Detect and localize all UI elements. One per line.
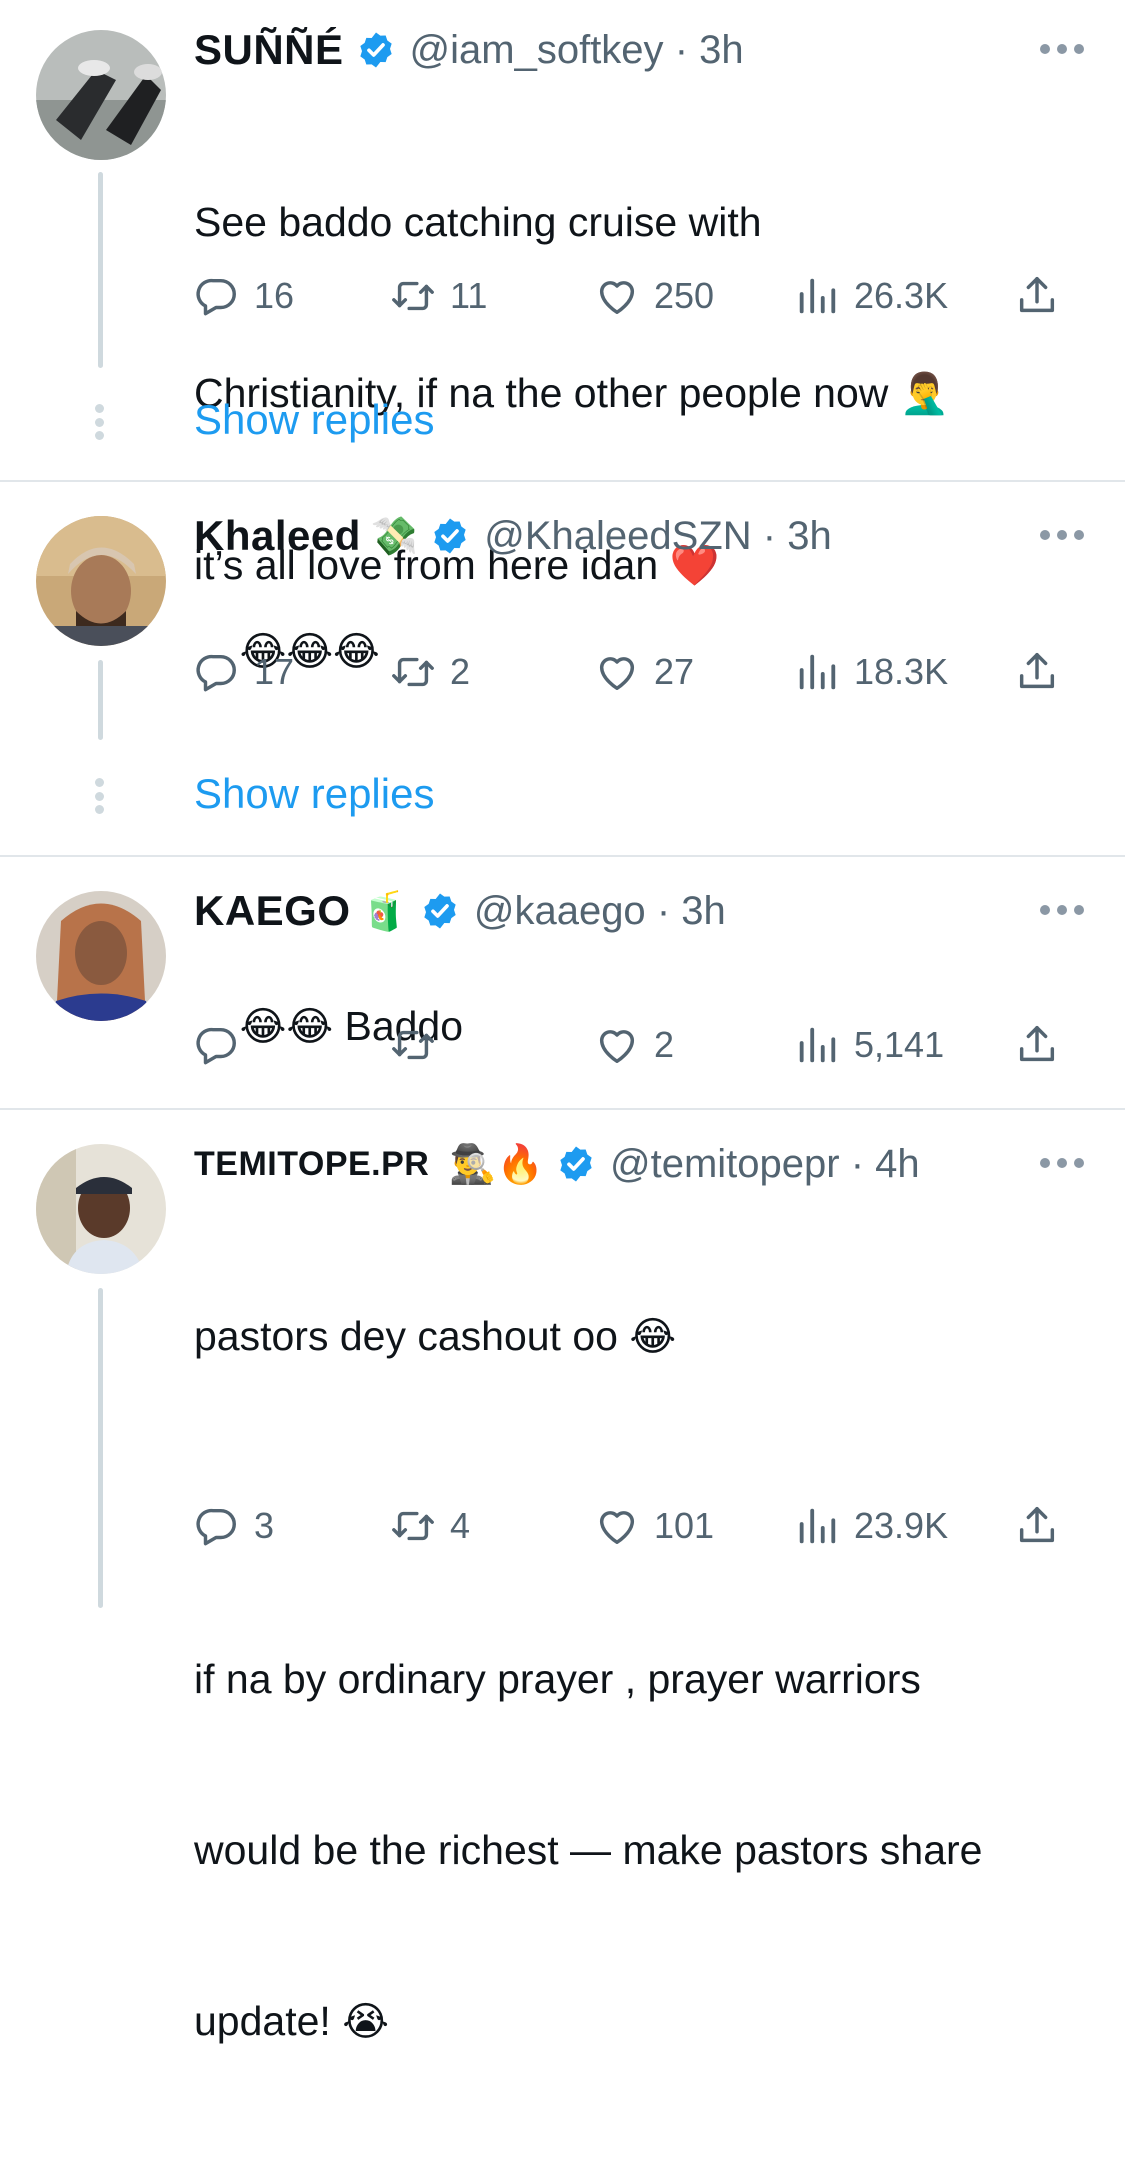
share-icon	[1014, 1503, 1060, 1549]
thread-line	[98, 1288, 103, 1608]
retweet-button[interactable]	[390, 1021, 450, 1069]
show-replies-link[interactable]: Show replies	[194, 396, 434, 444]
like-icon	[594, 1022, 640, 1068]
like-icon	[594, 273, 640, 319]
like-icon	[594, 649, 640, 695]
timestamp: 3h	[699, 27, 744, 72]
more-icon[interactable]	[1040, 42, 1084, 56]
money-wings-emoji: 💸	[370, 514, 419, 558]
more-icon[interactable]	[1040, 903, 1084, 917]
retweet-button[interactable]: 11	[390, 272, 487, 320]
display-name[interactable]: Khaleed	[194, 512, 361, 560]
detective-fire-emoji: 🕵️‍♂️🔥	[449, 1142, 544, 1186]
juice-box-emoji: 🧃	[360, 889, 408, 933]
tweet[interactable]: SUÑÑÉ @iam_softkey · 3h See baddo catchi…	[0, 0, 1125, 589]
verified-badge-icon	[420, 891, 460, 931]
share-icon	[1014, 273, 1060, 319]
timestamp: 3h	[787, 513, 832, 558]
share-icon	[1014, 1022, 1060, 1068]
views-icon	[794, 1503, 840, 1549]
verified-badge-icon	[356, 30, 396, 70]
handle[interactable]: @iam_softkey · 3h	[410, 28, 744, 73]
reply-button[interactable]: 3	[194, 1502, 274, 1550]
facepalm-emoji: 🤦‍♂️	[899, 371, 950, 417]
retweet-icon	[390, 1503, 436, 1549]
crying-emoji: 😭	[342, 1999, 389, 2045]
tweet[interactable]: Khaleed 💸 @KhaleedSZN · 3h 😂😂😂 17 2 27 1…	[0, 482, 1125, 856]
display-name[interactable]: SUÑÑÉ	[194, 26, 344, 74]
share-button[interactable]	[1014, 1502, 1060, 1550]
handle[interactable]: @KhaleedSZN · 3h	[484, 514, 831, 559]
show-replies-link[interactable]: Show replies	[194, 770, 434, 818]
thread-line	[98, 660, 103, 740]
more-icon[interactable]	[1040, 528, 1084, 542]
action-bar: 2 5,141	[194, 1021, 1074, 1069]
avatar[interactable]	[36, 516, 166, 646]
retweet-icon	[390, 273, 436, 319]
views-icon	[794, 1022, 840, 1068]
reply-button[interactable]	[194, 1021, 254, 1069]
reply-icon	[194, 649, 240, 695]
thread-dots	[93, 404, 105, 440]
share-button[interactable]	[1014, 648, 1060, 696]
thread-dots	[93, 778, 105, 814]
views-icon	[794, 649, 840, 695]
reply-icon	[194, 273, 240, 319]
tweet-text: pastors dey cashout oo 😂 if na by ordina…	[194, 1313, 983, 2045]
avatar[interactable]	[36, 1144, 166, 1274]
handle[interactable]: @temitopepr · 4h	[610, 1142, 920, 1187]
avatar[interactable]	[36, 891, 166, 1021]
more-icon[interactable]	[1040, 1156, 1084, 1170]
timestamp: 3h	[681, 888, 726, 933]
views-button[interactable]: 26.3K	[794, 272, 948, 320]
display-name[interactable]: TEMITOPE.PR	[194, 1145, 429, 1184]
reply-button[interactable]: 17	[194, 648, 294, 696]
action-bar: 16 11 250 26.3K	[194, 272, 1074, 320]
reply-icon	[194, 1022, 240, 1068]
like-button[interactable]: 101	[594, 1502, 714, 1550]
tweet-header: Khaleed 💸 @KhaleedSZN · 3h	[194, 510, 832, 562]
tweet-header: TEMITOPE.PR 🕵️‍♂️🔥 @temitopepr · 4h	[194, 1138, 920, 1190]
like-button[interactable]: 250	[594, 272, 714, 320]
tweet-header: KAEGO 🧃 @kaaego · 3h	[194, 885, 726, 937]
share-button[interactable]	[1014, 1021, 1060, 1069]
tweet[interactable]: TEMITOPE.PR 🕵️‍♂️🔥 @temitopepr · 4h past…	[0, 1110, 1125, 2045]
action-bar: 17 2 27 18.3K	[194, 648, 1074, 696]
verified-badge-icon	[430, 516, 470, 556]
views-button[interactable]: 23.9K	[794, 1502, 948, 1550]
share-icon	[1014, 649, 1060, 695]
like-button[interactable]: 27	[594, 648, 694, 696]
views-icon	[794, 273, 840, 319]
like-button[interactable]: 2	[594, 1021, 674, 1069]
thread-line	[98, 172, 103, 368]
retweet-button[interactable]: 4	[390, 1502, 470, 1550]
reply-button[interactable]: 16	[194, 272, 294, 320]
action-bar: 3 4 101 23.9K	[194, 1502, 1074, 1550]
share-button[interactable]	[1014, 272, 1060, 320]
verified-badge-icon	[556, 1144, 596, 1184]
retweet-button[interactable]: 2	[390, 648, 470, 696]
tweet-header: SUÑÑÉ @iam_softkey · 3h	[194, 24, 744, 76]
laughing-emoji: 😂	[629, 1314, 677, 1360]
retweet-icon	[390, 1022, 436, 1068]
views-button[interactable]: 18.3K	[794, 648, 948, 696]
avatar[interactable]	[36, 30, 166, 160]
views-button[interactable]: 5,141	[794, 1021, 944, 1069]
tweet[interactable]: KAEGO 🧃 @kaaego · 3h 😂😂 Baddo 2 5,141	[0, 857, 1125, 1109]
like-icon	[594, 1503, 640, 1549]
timestamp: 4h	[875, 1141, 920, 1186]
reply-icon	[194, 1503, 240, 1549]
display-name[interactable]: KAEGO	[194, 887, 351, 935]
retweet-icon	[390, 649, 436, 695]
handle[interactable]: @kaaego · 3h	[474, 889, 726, 934]
